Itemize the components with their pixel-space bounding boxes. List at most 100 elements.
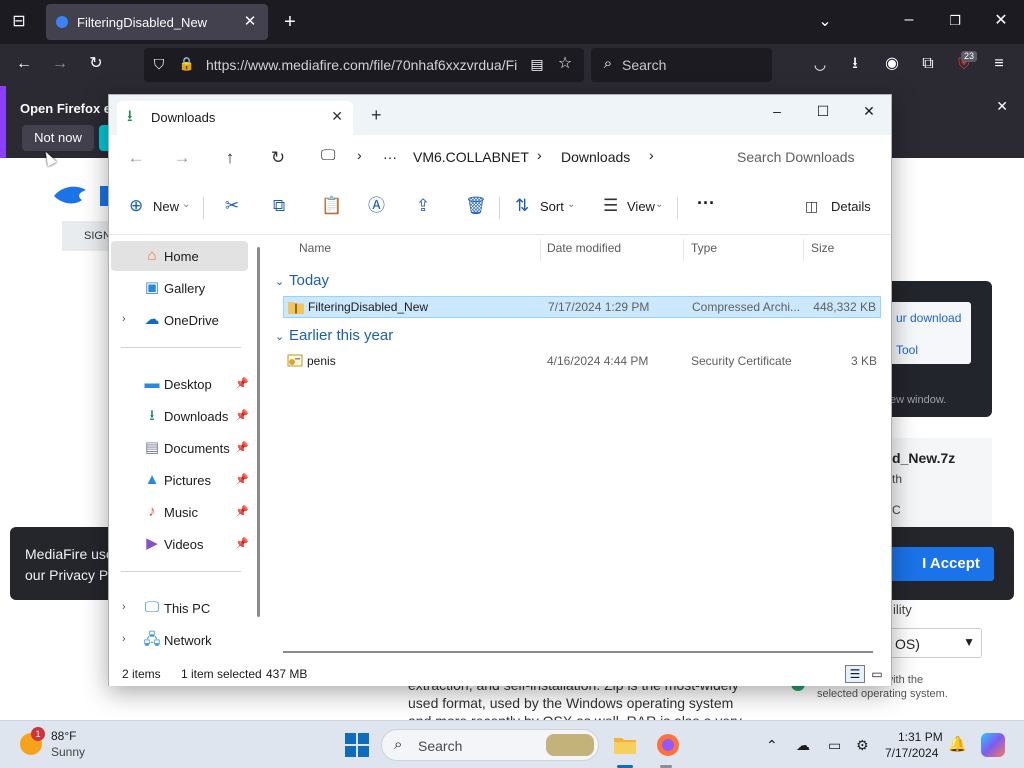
details-button[interactable]: Details (831, 199, 871, 214)
view-button[interactable]: View (627, 199, 655, 214)
monitor-icon[interactable]: 🖵 (321, 147, 335, 164)
column-divider[interactable] (803, 239, 804, 261)
pin-icon[interactable]: 📌 (235, 377, 249, 390)
nav-item-gallery[interactable]: ▣ Gallery (111, 273, 248, 303)
forward-arrow-icon[interactable]: → (49, 54, 71, 76)
sign-in-button[interactable]: SIGN (62, 221, 111, 251)
download-tool-link[interactable]: Tool (896, 343, 918, 357)
reader-view-icon[interactable]: ▤ (526, 54, 548, 76)
explorer-refresh-icon[interactable]: ↻ (267, 147, 289, 169)
copilot-icon[interactable] (981, 733, 1005, 757)
pin-icon[interactable]: 📌 (235, 505, 249, 518)
column-header-name[interactable]: Name (299, 241, 331, 255)
chevron-right-icon[interactable]: › (122, 313, 126, 325)
sort-icon[interactable]: ⇅ (515, 197, 529, 215)
column-header-type[interactable]: Type (691, 241, 717, 255)
weather-temperature[interactable]: 88°F (51, 729, 76, 743)
tiles-view-icon[interactable]: ▭ (867, 665, 887, 683)
explorer-forward-arrow-icon[interactable]: → (171, 147, 193, 169)
column-divider[interactable] (683, 239, 684, 261)
browser-search-bar[interactable]: ⌕ Search (591, 48, 772, 82)
share-icon[interactable]: ⇪ (416, 197, 430, 215)
explorer-tab-close-icon[interactable]: ✕ (331, 108, 343, 125)
new-button[interactable]: New (153, 199, 179, 214)
breadcrumb-chevron-icon[interactable]: › (537, 147, 542, 163)
column-header-date-modified[interactable]: Date modified (547, 241, 621, 255)
explorer-back-arrow-icon[interactable]: ← (125, 147, 147, 169)
nav-item-onedrive[interactable]: › ☁ OneDrive (111, 305, 248, 335)
file-row-filteringdisabled-new[interactable]: FilteringDisabled_New 7/17/2024 1:29 PM … (283, 296, 881, 318)
account-icon[interactable]: ◉ (881, 54, 903, 76)
group-header-today[interactable]: Today (289, 272, 329, 289)
show-hidden-icons-chevron-icon[interactable]: ⌃ (766, 737, 778, 753)
nav-item-home[interactable]: ⌂ Home (111, 241, 248, 271)
pocket-icon[interactable]: ◡ (809, 54, 831, 76)
accept-cookies-button[interactable]: I Accept (884, 547, 994, 581)
chevron-right-icon[interactable]: › (122, 601, 126, 613)
tools-icon[interactable]: ⚙ (856, 737, 869, 753)
downloads-icon[interactable]: ⭳ (844, 54, 866, 76)
pin-icon[interactable]: 📌 (235, 409, 249, 422)
horizontal-scrollbar[interactable] (283, 651, 873, 653)
explorer-title-bar[interactable]: ⭳ Downloads ✕ + – ☐ ✕ (109, 95, 891, 135)
group-collapse-chevron-icon[interactable]: ⌄ (275, 330, 284, 343)
sort-button[interactable]: Sort (540, 199, 564, 214)
more-options-button[interactable]: ··· (697, 193, 715, 214)
explorer-new-tab-icon[interactable]: + (371, 105, 382, 125)
windows-start-icon[interactable] (345, 733, 369, 757)
restore-browser-icon[interactable]: ❐ (944, 11, 966, 33)
browser-tab-active[interactable]: FilteringDisabled_New ✕ (46, 4, 268, 40)
copy-icon[interactable]: ⧉ (273, 197, 285, 215)
breadcrumb-chevron-icon[interactable]: › (649, 147, 654, 163)
breadcrumb-chevron-icon[interactable]: › (357, 147, 362, 163)
explorer-minimize-icon[interactable]: – (754, 97, 800, 125)
explorer-maximize-icon[interactable]: ☐ (800, 97, 846, 125)
tab-close-icon[interactable]: ✕ (240, 12, 260, 32)
download-link[interactable]: ur download (896, 311, 961, 325)
nav-item-network[interactable]: › 🖧 Network (111, 625, 248, 655)
rename-icon[interactable]: Ⓐ (368, 197, 385, 215)
clock-time[interactable]: 1:31 PM (898, 730, 943, 744)
chevron-down-icon[interactable]: ⌄ (567, 199, 575, 210)
bookmark-star-icon[interactable]: ☆ (554, 54, 576, 76)
breadcrumb-item-downloads[interactable]: Downloads (561, 149, 630, 165)
weather-condition[interactable]: Sunny (51, 745, 85, 759)
group-header-earlier-this-year[interactable]: Earlier this year (289, 327, 393, 344)
details-pane-icon[interactable]: ◫ (805, 197, 818, 215)
explorer-up-arrow-icon[interactable]: ↑ (219, 147, 241, 169)
nav-scrollbar[interactable] (257, 247, 260, 617)
pin-icon[interactable]: 📌 (235, 537, 249, 550)
cut-icon[interactable]: ✂ (225, 197, 239, 215)
breadcrumb-item-vm6-collabnet[interactable]: VM6.COLLABNET (413, 149, 529, 165)
new-plus-icon[interactable]: ⊕ (129, 197, 143, 215)
clock-date[interactable]: 7/17/2024 (885, 746, 938, 760)
reload-icon[interactable]: ↻ (85, 54, 107, 76)
new-tab-icon[interactable]: + (279, 12, 301, 34)
not-now-button[interactable]: Not now (22, 125, 94, 151)
explorer-close-icon[interactable]: ✕ (846, 97, 892, 125)
view-icon[interactable]: ☰ (603, 197, 618, 215)
display-icon[interactable]: ▭ (828, 737, 841, 753)
notification-close-icon[interactable]: ✕ (996, 98, 1008, 115)
tab-list-icon[interactable]: ⊟ (8, 12, 30, 34)
nav-item-desktop[interactable]: ▬ Desktop 📌 (111, 369, 249, 399)
nav-item-documents[interactable]: ▤ Documents 📌 (111, 433, 249, 463)
nav-item-music[interactable]: ♪ Music 📌 (111, 497, 248, 527)
column-divider[interactable] (540, 239, 541, 261)
cookie-privacy-link[interactable]: our Privacy Po (25, 567, 116, 583)
nav-item-pictures[interactable]: ▲ Pictures 📌 (111, 465, 249, 495)
breadcrumb-more[interactable]: ··· (383, 149, 397, 165)
paste-icon[interactable]: 📋 (321, 197, 342, 215)
chevron-down-icon[interactable]: ⌄ (182, 199, 190, 210)
details-view-icon[interactable]: ☰ (845, 665, 865, 683)
explorer-search-input[interactable]: Search Downloads (721, 141, 889, 173)
file-row-penis[interactable]: penis 4/16/2024 4:44 PM Security Certifi… (283, 351, 881, 373)
column-header-size[interactable]: Size (811, 241, 834, 255)
tracking-shield-icon[interactable]: ⛉ (148, 54, 170, 76)
list-all-tabs-chevron-icon[interactable]: ⌄ (814, 12, 836, 34)
url-bar[interactable]: ⛉ 🔒 https://www.mediafire.com/file/70nha… (144, 48, 584, 82)
extensions-puzzle-icon[interactable]: ⧉ (917, 54, 939, 76)
taskbar-search-box[interactable]: ⌕ Search (381, 729, 599, 761)
onedrive-offline-icon[interactable]: ☁ (796, 737, 810, 753)
firefox-app-icon[interactable] (656, 733, 680, 757)
